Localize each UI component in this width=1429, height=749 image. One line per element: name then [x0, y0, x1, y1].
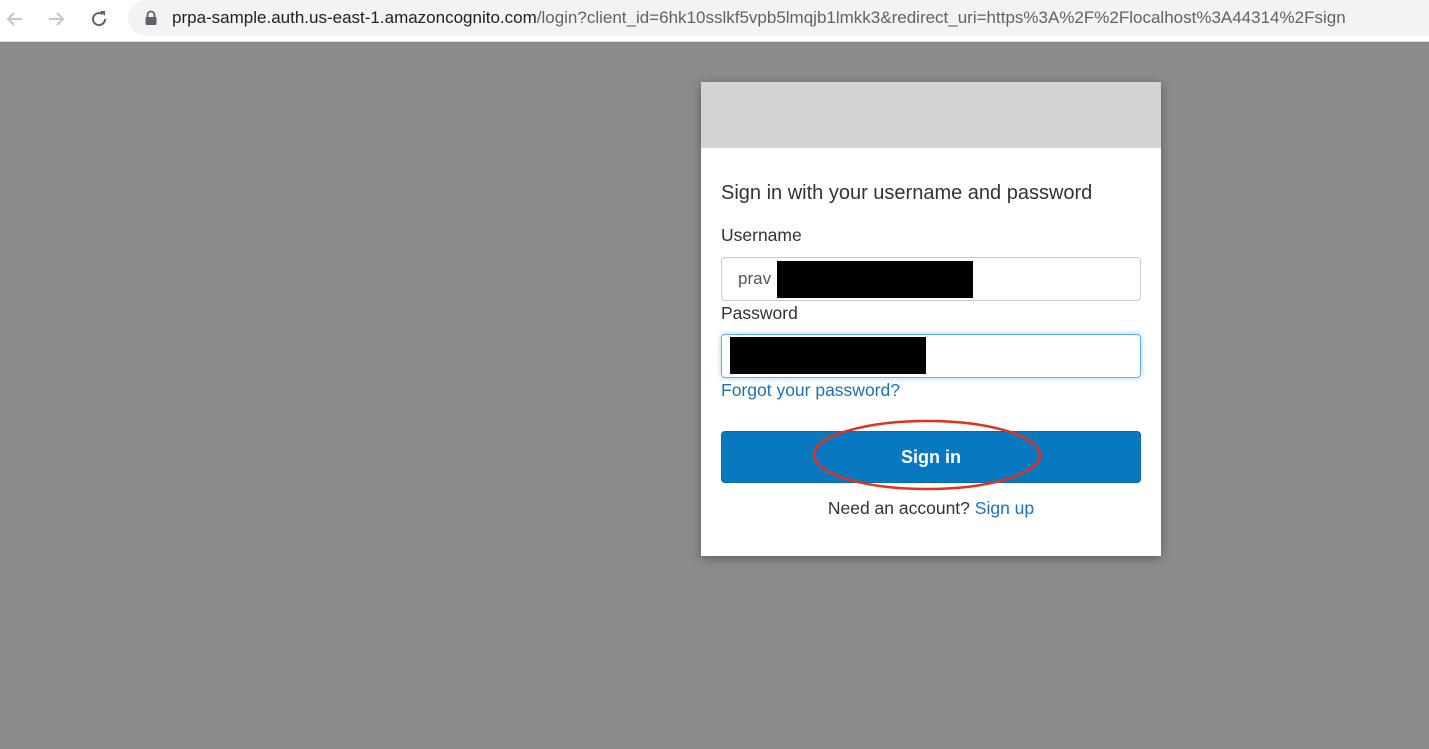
reload-icon — [92, 11, 107, 27]
sign-up-link[interactable]: Sign up — [975, 498, 1034, 518]
url-path: /login?client_id=6hk10sslkf5vpb5lmqjb1lm… — [536, 8, 1346, 27]
password-input[interactable] — [721, 334, 1141, 378]
reload-button[interactable] — [84, 5, 114, 33]
password-redaction — [730, 337, 926, 374]
need-account-text: Need an account? — [827, 498, 970, 518]
card-banner — [701, 82, 1161, 148]
login-card: Sign in with your username and password … — [701, 82, 1161, 556]
forward-button[interactable] — [41, 5, 71, 33]
username-value: prav — [738, 269, 772, 288]
sign-in-label: Sign in — [901, 446, 961, 467]
address-bar[interactable]: prpa-sample.auth.us-east-1.amazoncognito… — [128, 0, 1429, 36]
lock-icon — [145, 10, 157, 25]
signup-row: Need an account? Sign up — [701, 498, 1161, 519]
arrow-left-icon — [6, 12, 22, 26]
password-label: Password — [721, 303, 798, 323]
arrow-right-icon — [49, 12, 65, 26]
url-host: prpa-sample.auth.us-east-1.amazoncognito… — [172, 8, 537, 27]
forgot-password-link[interactable]: Forgot your password? — [721, 380, 900, 401]
sign-in-button[interactable]: Sign in — [721, 431, 1141, 483]
username-label: Username — [721, 225, 802, 245]
browser-toolbar: prpa-sample.auth.us-east-1.amazoncognito… — [0, 0, 1429, 42]
username-input[interactable]: prav — [721, 257, 1141, 301]
login-title: Sign in with your username and password — [721, 182, 1093, 204]
username-redaction — [777, 261, 973, 298]
back-button[interactable] — [0, 5, 30, 33]
url-text: prpa-sample.auth.us-east-1.amazoncognito… — [172, 0, 1346, 36]
